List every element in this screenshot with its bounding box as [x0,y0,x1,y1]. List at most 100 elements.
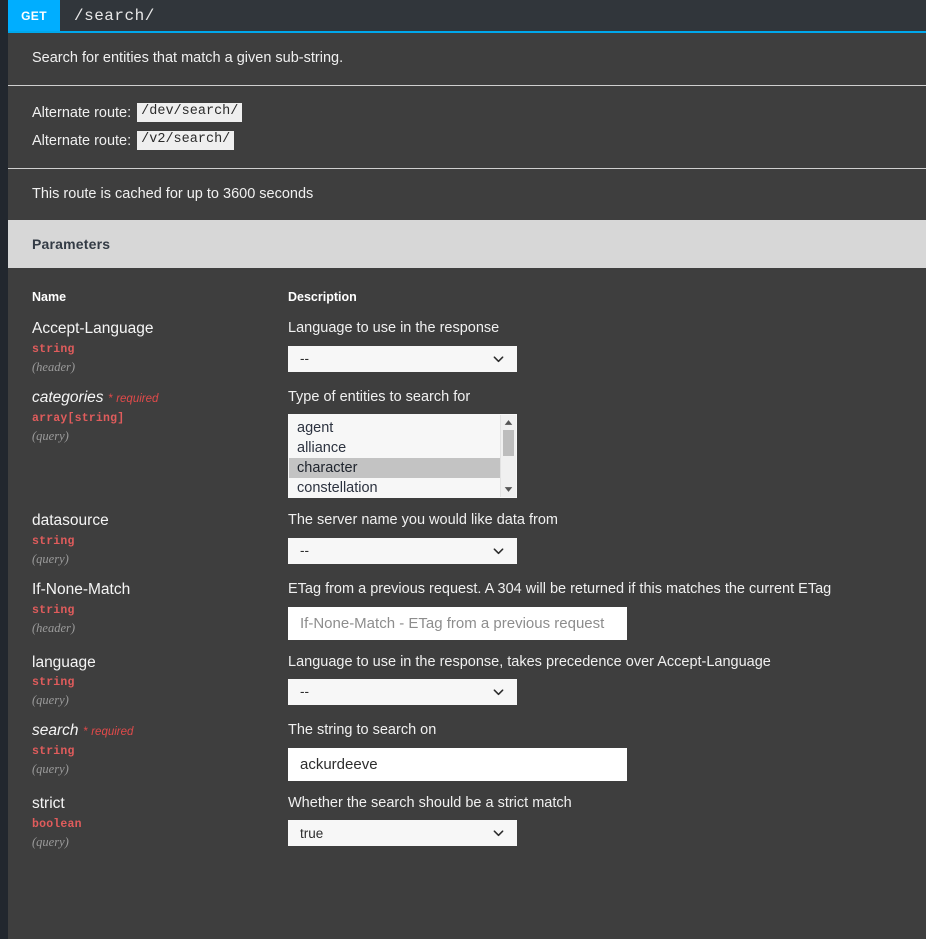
parameter-location: (header) [32,359,76,374]
parameter-description: Language to use in the response, takes p… [288,653,771,670]
parameter-description: ETag from a previous request. A 304 will… [288,581,832,598]
table-row: categories * required array[string] (quer… [32,389,902,512]
parameter-description-cell: The string to search on ackurdeeve [288,722,902,781]
column-header-description: Description [288,290,357,305]
parameter-description-cell: Language to use in the response -- [288,320,902,375]
alternate-route-item: Alternate route: /dev/search/ [32,103,902,123]
http-method-badge: GET [8,0,60,31]
chevron-down-icon [493,828,504,839]
parameter-location: (query) [32,762,69,777]
parameter-type: string [32,603,75,617]
accept-language-select[interactable]: -- [288,345,517,372]
parameter-description: Whether the search should be a strict ma… [288,794,572,811]
parameter-description: Type of entities to search for [288,388,471,405]
alternate-route-path: /v2/search/ [137,131,235,151]
categories-listbox[interactable]: agent alliance character constellation [288,414,517,499]
table-row: If-None-Match string (header) ETag from … [32,581,902,653]
parameter-location: (query) [32,693,69,708]
scroll-up-arrow-icon[interactable] [501,416,516,429]
parameter-name: strict [32,794,65,812]
route-summary: Search for entities that match a given s… [32,50,344,66]
alternate-route-path: /dev/search/ [137,103,243,123]
if-none-match-placeholder: If-None-Match - ETag from a previous req… [300,614,605,632]
listbox-scrollbar[interactable] [500,415,516,498]
parameter-location: (query) [32,834,69,849]
datasource-select[interactable]: -- [288,537,517,564]
column-header-name: Name [32,290,67,305]
required-badge: * required [109,393,159,405]
scroll-down-arrow-icon[interactable] [501,483,516,496]
parameter-name-cell: strict boolean (query) [32,795,288,850]
chevron-down-icon [493,353,504,364]
parameter-description-cell: Language to use in the response, takes p… [288,654,902,709]
parameter-name: categories [32,388,104,406]
parameter-name-cell: If-None-Match string (header) [32,581,288,639]
list-item-selected[interactable]: character [289,458,500,479]
parameter-location: (header) [32,620,76,635]
parameter-name-cell: Accept-Language string (header) [32,320,288,375]
parameter-description-cell: The server name you would like data from… [288,512,902,567]
parameter-description-cell: ETag from a previous request. A 304 will… [288,581,902,640]
required-badge: * required [84,726,134,738]
parameter-name: If-None-Match [32,581,131,599]
table-row: search * required string (query) The stri… [32,722,902,794]
chevron-down-icon [493,545,504,556]
list-item[interactable]: agent [289,418,500,438]
parameter-name: Accept-Language [32,320,154,338]
alternate-routes-block: Alternate route: /dev/search/ Alternate … [8,86,926,170]
parameters-table-header: Name Description [32,268,902,320]
table-row: language string (query) Language to use … [32,654,902,723]
language-select[interactable]: -- [288,678,517,705]
table-row: Accept-Language string (header) Language… [32,320,902,389]
parameter-name: language [32,653,96,671]
datasource-select-value: -- [300,543,309,559]
parameter-type: boolean [32,817,82,831]
language-select-value: -- [300,684,309,700]
search-input-value: ackurdeeve [300,755,378,773]
cache-note-block: This route is cached for up to 3600 seco… [8,169,926,220]
alternate-route-label: Alternate route: [32,104,132,121]
parameters-section-title: Parameters [8,220,926,269]
scrollbar-thumb[interactable] [503,430,514,457]
route-header: GET /search/ [0,0,926,33]
parameter-name-cell: categories * required array[string] (quer… [32,389,288,498]
parameter-location: (query) [32,428,69,443]
parameter-description-cell: Whether the search should be a strict ma… [288,795,902,850]
parameter-name: datasource [32,512,109,530]
parameter-type: string [32,535,75,549]
alternate-route-item: Alternate route: /v2/search/ [32,131,902,151]
table-row: strict boolean (query) Whether the searc… [32,795,902,864]
required-label: required [91,726,134,739]
summary-block: Search for entities that match a given s… [8,33,926,87]
search-input[interactable]: ackurdeeve [288,747,627,781]
list-item[interactable]: constellation [289,478,500,497]
alternate-route-label: Alternate route: [32,132,132,149]
if-none-match-input[interactable]: If-None-Match - ETag from a previous req… [288,606,627,640]
route-documentation-panel: GET /search/ Search for entities that ma… [0,0,926,939]
parameter-description: Language to use in the response [288,320,500,337]
parameters-table: Name Description Accept-Language string … [8,268,926,863]
parameter-description: The string to search on [288,722,437,739]
parameter-name-cell: search * required string (query) [32,722,288,780]
parameter-name-cell: language string (query) [32,654,288,709]
parameter-type: string [32,342,75,356]
route-path: /search/ [74,6,155,25]
strict-select-value: true [300,825,324,841]
left-rail [0,0,8,939]
categories-option-list: agent alliance character constellation [289,415,500,497]
parameter-location: (query) [32,552,69,567]
parameter-name: search [32,722,79,740]
parameter-type: string [32,745,75,759]
parameter-type: string [32,676,75,690]
required-label: required [116,392,159,405]
required-asterisk: * [108,392,113,405]
parameter-description-cell: Type of entities to search for agent all… [288,388,902,499]
chevron-down-icon [493,686,504,697]
parameter-description: The server name you would like data from [288,512,558,529]
accept-language-select-value: -- [300,351,309,367]
cache-note: This route is cached for up to 3600 seco… [32,186,314,203]
parameter-type: array[string] [32,411,125,425]
parameter-name-cell: datasource string (query) [32,512,288,567]
list-item[interactable]: alliance [289,438,500,458]
strict-select[interactable]: true [288,820,517,847]
